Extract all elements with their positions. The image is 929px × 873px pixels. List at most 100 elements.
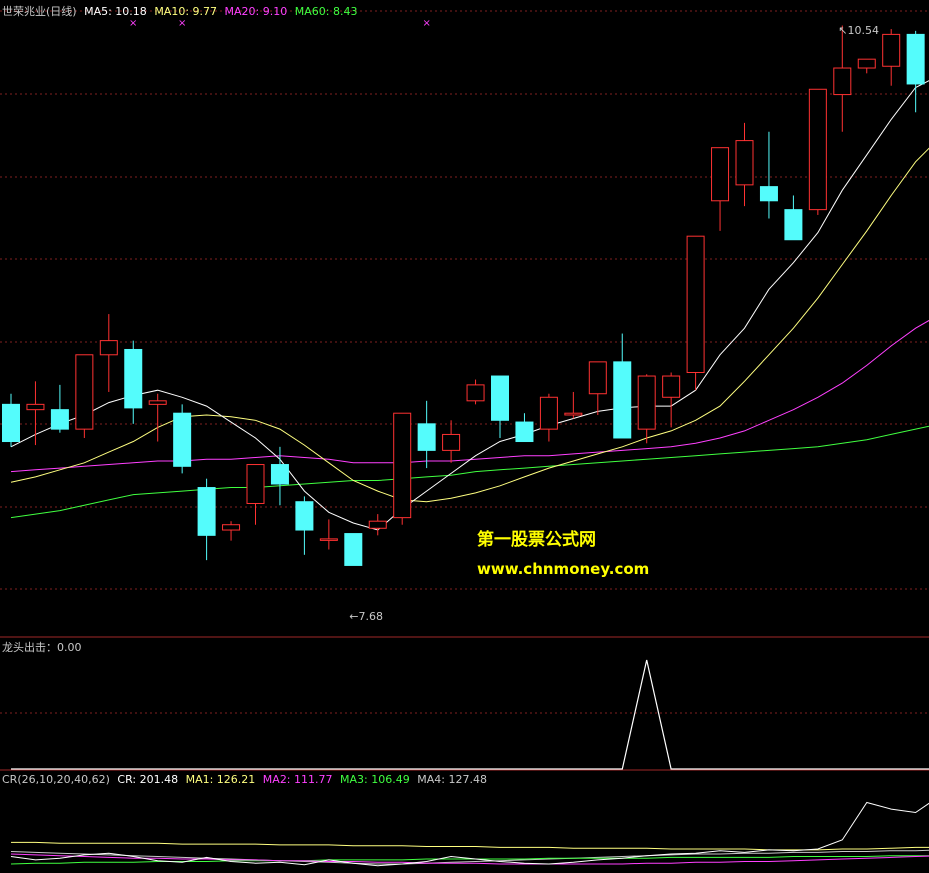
candle-27 bbox=[662, 372, 681, 428]
candle-body bbox=[319, 538, 338, 541]
candle-body bbox=[442, 433, 461, 451]
high-price-label: ↖10.54 bbox=[838, 24, 879, 37]
watermark-url: www.chnmoney.com bbox=[477, 560, 650, 578]
candle-body bbox=[173, 412, 192, 467]
candle-body bbox=[50, 409, 69, 430]
candle-body bbox=[637, 375, 656, 430]
candle-22 bbox=[539, 393, 558, 442]
cr-ma1-line bbox=[11, 841, 929, 851]
candle-12 bbox=[295, 496, 314, 555]
candle-25 bbox=[613, 333, 632, 439]
cr-legend: CR: 201.48 bbox=[117, 773, 179, 786]
candle-32 bbox=[784, 195, 803, 241]
candle-body bbox=[686, 235, 705, 373]
cr-ma3-legend: MA3: 106.49 bbox=[340, 773, 410, 786]
candle-9 bbox=[222, 521, 241, 541]
candle-body bbox=[368, 520, 387, 529]
candle-17 bbox=[417, 400, 436, 469]
candle-body bbox=[808, 88, 827, 211]
candle-20 bbox=[491, 375, 509, 438]
candle-body bbox=[148, 400, 167, 405]
candle-body bbox=[295, 501, 314, 531]
stock-chart: × × × ↖10.54 ←7.68 bbox=[0, 10, 929, 867]
candle-0 bbox=[2, 393, 20, 447]
candle-body bbox=[588, 361, 607, 395]
ma5-legend: MA5: 10.18 bbox=[84, 5, 147, 18]
ma20-legend: MA20: 9.10 bbox=[224, 5, 288, 18]
candle-body bbox=[222, 524, 241, 531]
candle-body bbox=[857, 58, 876, 69]
candle-14 bbox=[344, 533, 363, 566]
signal-marker-1: × bbox=[178, 18, 186, 29]
candle-18 bbox=[442, 420, 461, 463]
candle-29 bbox=[711, 147, 730, 231]
signal-marker-2: × bbox=[422, 18, 430, 29]
cr-panel-header: CR(26,10,20,40,62) CR: 201.48 MA1: 126.2… bbox=[2, 773, 491, 786]
candle-34 bbox=[833, 25, 852, 132]
candle-6 bbox=[148, 393, 167, 442]
candle-8 bbox=[197, 478, 216, 561]
candle-16 bbox=[393, 412, 412, 525]
candle-19 bbox=[466, 379, 485, 405]
candle-body bbox=[466, 384, 485, 402]
candle-body bbox=[539, 396, 558, 430]
stock-title: 世荣兆业(日线) bbox=[2, 5, 77, 18]
candle-body bbox=[124, 348, 143, 409]
candle-body bbox=[564, 412, 583, 416]
candle-body bbox=[417, 423, 436, 451]
cr-line bbox=[10, 801, 929, 867]
candle-4 bbox=[99, 314, 118, 392]
candle-28 bbox=[686, 235, 705, 391]
candle-1 bbox=[26, 381, 45, 446]
signal-marker-0: × bbox=[129, 18, 137, 29]
ma10-line bbox=[10, 147, 929, 503]
dragon-indicator-label: 龙头出击：0.00 bbox=[2, 641, 82, 654]
watermark-title: 第一股票公式网 bbox=[477, 530, 596, 550]
candle-5 bbox=[124, 340, 143, 424]
candle-body bbox=[393, 412, 412, 519]
candle-26 bbox=[637, 374, 656, 444]
candle-21 bbox=[515, 413, 534, 443]
cr-ma1-legend: MA1: 126.21 bbox=[185, 773, 256, 786]
candle-body bbox=[75, 354, 94, 430]
candle-36 bbox=[882, 29, 901, 86]
dragon-signal-line bbox=[11, 659, 929, 770]
candle-35 bbox=[857, 58, 876, 74]
candle-body bbox=[735, 140, 754, 186]
candle-11 bbox=[270, 446, 289, 506]
candle-3 bbox=[75, 354, 94, 438]
low-price-label: ←7.68 bbox=[349, 610, 383, 623]
ma60-legend: MA60: 8.43 bbox=[294, 5, 358, 18]
candle-body bbox=[197, 487, 216, 536]
candle-body bbox=[99, 340, 118, 356]
candle-body bbox=[784, 209, 803, 241]
cr-ma4-legend: MA4: 127.48 bbox=[417, 773, 487, 786]
candle-body bbox=[270, 464, 289, 485]
candle-body bbox=[759, 186, 778, 202]
candle-body bbox=[906, 33, 925, 85]
candle-body bbox=[662, 375, 681, 398]
candle-body bbox=[711, 147, 730, 202]
candle-24 bbox=[588, 361, 607, 415]
candle-body bbox=[491, 375, 509, 421]
candle-37 bbox=[906, 30, 925, 113]
candle-body bbox=[833, 67, 852, 96]
candle-body bbox=[246, 464, 265, 504]
candle-body bbox=[26, 403, 45, 411]
main-panel-header: 世荣兆业(日线) MA5: 10.18 MA10: 9.77 MA20: 9.1… bbox=[2, 5, 361, 18]
candle-body bbox=[882, 33, 901, 67]
candle-body bbox=[2, 403, 20, 443]
candle-31 bbox=[759, 131, 778, 219]
candle-body bbox=[344, 533, 363, 566]
ma60-line bbox=[10, 425, 929, 519]
candle-23 bbox=[564, 391, 583, 419]
cr-params: CR(26,10,20,40,62) bbox=[2, 773, 110, 786]
candle-body bbox=[613, 361, 632, 439]
candle-15 bbox=[368, 514, 387, 536]
candle-13 bbox=[319, 519, 338, 550]
ma10-legend: MA10: 9.77 bbox=[154, 5, 218, 18]
candle-33 bbox=[808, 88, 827, 215]
candle-10 bbox=[246, 464, 265, 525]
candle-30 bbox=[735, 122, 754, 207]
cr-ma2-legend: MA2: 111.77 bbox=[262, 773, 333, 786]
